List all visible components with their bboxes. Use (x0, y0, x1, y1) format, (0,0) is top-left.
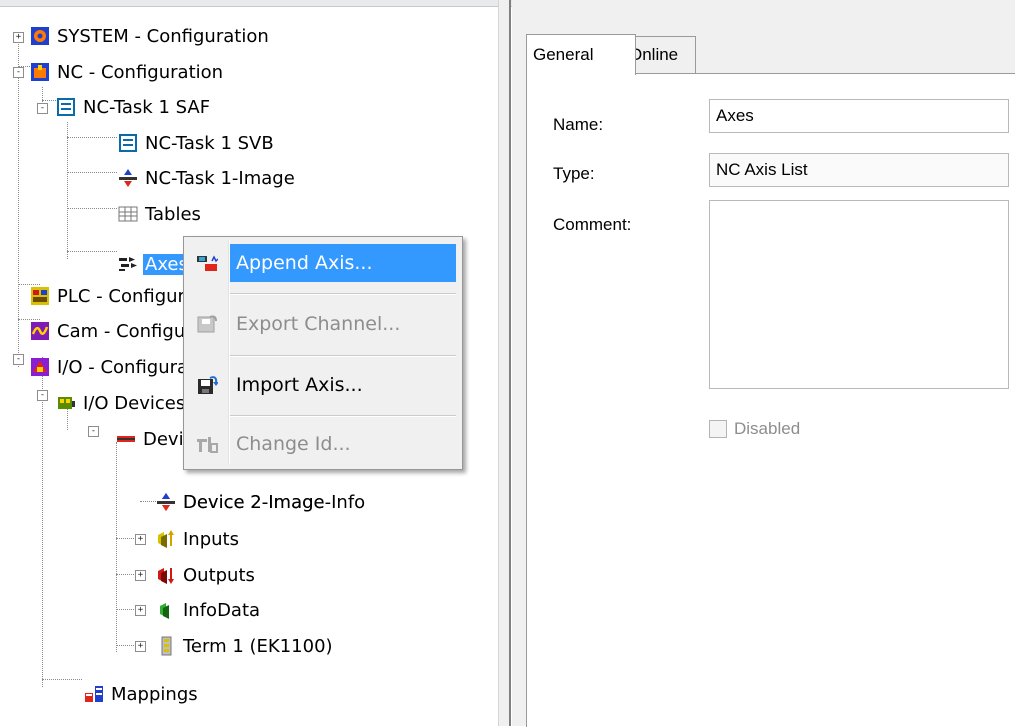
tree-item-nc-task-image[interactable]: NC-Task 1-Image (118, 163, 297, 193)
tree-connector (42, 357, 43, 687)
outputs-icon (156, 565, 176, 585)
tree-item-io-devices[interactable]: I/O Devices (56, 388, 187, 418)
tree-item-label: NC-Task 1 SAF (83, 96, 211, 118)
device-icon (116, 429, 136, 449)
tree-item-inputs[interactable]: Inputs (156, 524, 241, 554)
table-icon (118, 204, 138, 224)
tree-item-nc-configuration[interactable]: NC - Configuration (30, 57, 225, 87)
change-id-icon (196, 434, 218, 454)
tree-connector (67, 251, 117, 252)
expand-toggle[interactable]: + (135, 570, 146, 581)
tree-item-label: Outputs (183, 564, 255, 586)
menu-separator (230, 355, 456, 357)
axes-icon (118, 254, 138, 274)
expand-toggle[interactable]: + (135, 641, 146, 652)
tree-connector (67, 208, 117, 209)
tree-item-label: I/O Devices (83, 392, 186, 414)
name-label: Name: (553, 115, 604, 134)
tree-item-mappings[interactable]: Mappings (84, 679, 200, 709)
tree-item-infodata[interactable]: InfoData (156, 595, 262, 625)
menu-item-label: Append Axis... (236, 252, 373, 274)
tree-item-device-2-image-info[interactable]: Device 2-Image-Info (156, 487, 367, 517)
tree-item-outputs[interactable]: Outputs (156, 560, 257, 590)
image-icon (156, 492, 176, 512)
mappings-icon (84, 684, 104, 704)
import-axis-icon (196, 375, 219, 395)
collapse-toggle[interactable]: - (37, 103, 48, 114)
tree-item-label: SYSTEM - Configuration (57, 25, 269, 47)
menu-item-label: Export Channel... (236, 313, 401, 335)
image-icon (118, 168, 138, 188)
tree-connector (67, 122, 68, 259)
disabled-checkbox-label: Disabled (734, 419, 801, 438)
tab-general[interactable]: General (526, 34, 636, 75)
system-config-icon (30, 26, 50, 46)
infodata-icon (156, 600, 176, 620)
comment-field[interactable] (709, 200, 1009, 389)
tree-item-term-1[interactable]: Term 1 (EK1100) (156, 631, 335, 661)
menu-item-export-channel[interactable]: Export Channel... (186, 303, 458, 345)
export-channel-icon (196, 314, 218, 334)
tree-connector (140, 501, 156, 502)
menu-item-import-axis[interactable]: Import Axis... (186, 364, 458, 406)
tree-item-label: Inputs (183, 528, 239, 550)
properties-pane: General Online Name: Axes Type: NC Axis … (512, 0, 1015, 727)
comment-label: Comment: (553, 215, 632, 234)
tree-item-axes[interactable]: Axes (118, 249, 190, 279)
menu-item-label: Import Axis... (236, 374, 363, 396)
tree-connector (67, 137, 117, 138)
tree-item-label: NC - Configuration (57, 61, 224, 83)
type-label: Type: (553, 164, 595, 183)
io-devices-icon (56, 393, 76, 413)
menu-item-label: Change Id... (236, 433, 351, 455)
tree-item-label: NC-Task 1 SVB (145, 132, 274, 154)
expand-toggle[interactable]: + (135, 605, 146, 616)
type-field: NC Axis List (709, 153, 1009, 187)
tree-item-tables[interactable]: Tables (118, 199, 203, 229)
tree-item-label: NC-Task 1-Image (145, 167, 295, 189)
menu-item-change-id[interactable]: Change Id... (186, 423, 458, 465)
collapse-toggle[interactable]: - (88, 426, 99, 437)
expand-toggle[interactable]: + (135, 534, 146, 545)
tree-connector (67, 172, 117, 173)
tree-item-nc-task-saf[interactable]: NC-Task 1 SAF (56, 92, 212, 122)
tree-connector (116, 442, 117, 652)
append-axis-icon (196, 253, 219, 273)
general-tab-panel: Name: Axes Type: NC Axis List Comment: D… (526, 73, 1015, 727)
terminal-icon (156, 636, 176, 656)
context-menu: Append Axis... Export Channel... Import … (183, 236, 463, 470)
expand-toggle[interactable]: + (13, 32, 24, 43)
tree-item-system-configuration[interactable]: SYSTEM - Configuration (30, 21, 271, 51)
tree-connector (42, 87, 43, 104)
collapse-toggle[interactable]: - (37, 390, 48, 401)
tree-item-label: InfoData (183, 599, 261, 621)
collapse-toggle[interactable]: - (13, 354, 24, 365)
io-config-icon (30, 357, 50, 377)
tree-item-label: Mappings (111, 683, 198, 705)
tree-item-label: Term 1 (EK1100) (183, 635, 333, 657)
menu-separator (230, 293, 456, 295)
plc-config-icon (30, 286, 50, 306)
pane-splitter[interactable] (498, 0, 511, 726)
name-field[interactable]: Axes (709, 99, 1009, 133)
task-icon (56, 97, 76, 117)
collapse-toggle[interactable]: - (13, 67, 24, 78)
tree-item-label: Device 2-Image-Info (183, 491, 366, 513)
tree-connector (42, 679, 82, 680)
inputs-icon (156, 529, 176, 549)
disabled-checkbox[interactable] (709, 420, 727, 438)
menu-separator (230, 415, 456, 417)
tree-item-nc-task-svb[interactable]: NC-Task 1 SVB (118, 128, 276, 158)
nc-config-icon (30, 62, 50, 82)
task-icon (118, 133, 138, 153)
menu-item-append-axis[interactable]: Append Axis... (186, 242, 458, 284)
cam-config-icon (30, 321, 50, 341)
tree-item-label: Tables (145, 203, 201, 225)
